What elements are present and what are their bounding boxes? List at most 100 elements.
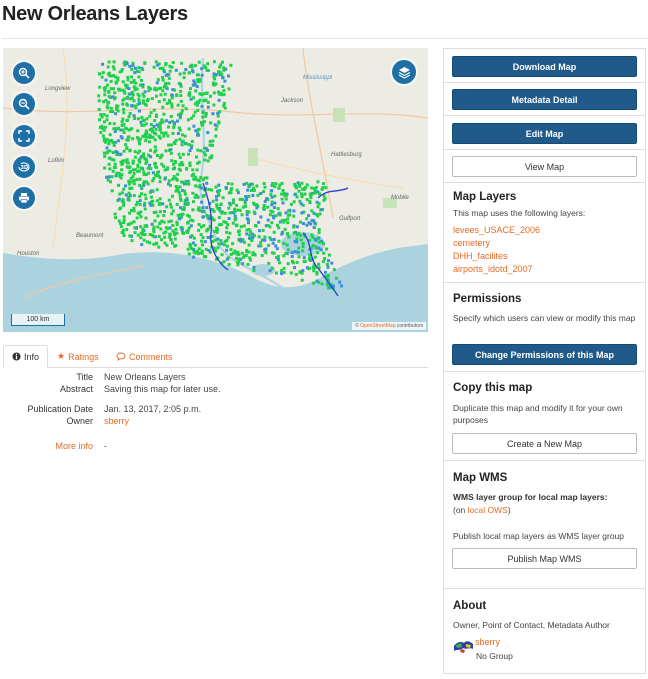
print-button[interactable] bbox=[13, 187, 35, 209]
map-point-green bbox=[192, 200, 195, 204]
map-point-green bbox=[157, 234, 161, 238]
more-info-link[interactable]: More info bbox=[55, 440, 93, 452]
map-point-blue bbox=[170, 93, 174, 97]
map-point-green bbox=[192, 114, 196, 118]
map-point-green bbox=[299, 234, 303, 237]
map-point-green bbox=[187, 215, 191, 218]
map-point-green bbox=[140, 79, 143, 82]
map-point-blue bbox=[117, 197, 121, 201]
map-point-green bbox=[112, 60, 116, 64]
metadata-detail-button[interactable]: Metadata Detail bbox=[452, 89, 637, 110]
map-point-green bbox=[138, 160, 142, 164]
wms-subtitle: WMS layer group for local map layers: bbox=[453, 492, 608, 502]
map-point-green bbox=[176, 172, 180, 176]
map-point-blue bbox=[119, 152, 123, 156]
map-point-green bbox=[214, 127, 218, 131]
print-icon bbox=[19, 193, 29, 204]
map-point-blue bbox=[252, 265, 256, 269]
map-viewer[interactable]: Mississippi Jackson Hattiesburg Mobile G… bbox=[3, 48, 428, 332]
map-point-green bbox=[132, 220, 136, 224]
tab-comments[interactable]: Comments bbox=[108, 345, 181, 368]
abstract-value: Saving this map for later use. bbox=[104, 384, 221, 394]
map-point-blue bbox=[293, 266, 296, 270]
map-point-green bbox=[132, 99, 136, 103]
map-point-green bbox=[167, 143, 171, 147]
map-point-blue bbox=[152, 125, 156, 128]
map-point-green bbox=[206, 227, 210, 231]
layer-link[interactable]: DHH_facilites bbox=[453, 251, 508, 261]
download-map-button[interactable]: Download Map bbox=[452, 56, 637, 77]
map-point-green bbox=[98, 85, 102, 89]
map-point-green bbox=[166, 134, 170, 138]
map-point-green bbox=[201, 236, 205, 240]
map-point-green bbox=[109, 106, 113, 110]
map-point-green bbox=[132, 171, 136, 175]
fullscreen-button[interactable] bbox=[13, 125, 35, 147]
edit-map-button[interactable]: Edit Map bbox=[452, 123, 637, 144]
map-point-blue bbox=[290, 251, 294, 254]
map-point-green bbox=[280, 192, 284, 196]
map-point-blue bbox=[202, 215, 205, 219]
owner-link[interactable]: sberry bbox=[104, 415, 129, 427]
map-point-blue bbox=[307, 214, 311, 217]
map-point-green bbox=[167, 76, 171, 80]
map-point-green bbox=[219, 202, 223, 206]
map-point-green bbox=[184, 107, 188, 111]
map-point-green bbox=[204, 114, 208, 118]
layer-link[interactable]: airports_idotd_2007 bbox=[453, 264, 533, 274]
map-point-green bbox=[320, 282, 324, 286]
map-point-green bbox=[193, 195, 197, 199]
map-point-green bbox=[122, 107, 126, 111]
tab-ratings[interactable]: ★ Ratings bbox=[49, 345, 107, 368]
create-new-map-button[interactable]: Create a New Map bbox=[452, 433, 637, 454]
map-point-green bbox=[204, 66, 207, 70]
map-point-blue bbox=[260, 238, 264, 242]
map-label-gulfport: Gulfport bbox=[339, 216, 361, 222]
map-point-green bbox=[197, 228, 201, 232]
zoom-in-button[interactable] bbox=[13, 62, 35, 84]
zoom-out-button[interactable] bbox=[13, 93, 35, 115]
layer-link[interactable]: cemetery bbox=[453, 238, 490, 248]
layer-link[interactable]: levees_USACE_2006 bbox=[453, 225, 540, 235]
map-point-blue bbox=[323, 270, 327, 274]
map-point-blue bbox=[275, 247, 279, 251]
map-point-green bbox=[139, 225, 143, 229]
map-point-blue bbox=[155, 123, 159, 127]
map-point-green bbox=[274, 182, 278, 186]
map-point-green bbox=[162, 164, 166, 168]
view-map-button[interactable]: View Map bbox=[452, 156, 637, 177]
map-point-blue bbox=[124, 193, 128, 197]
map-point-green bbox=[152, 211, 156, 214]
osm-link[interactable]: OpenStreetMap bbox=[360, 323, 395, 329]
3d-button[interactable]: 3D bbox=[13, 156, 35, 178]
map-point-green bbox=[127, 191, 131, 195]
layer-switcher-button[interactable] bbox=[392, 60, 416, 84]
map-point-blue bbox=[168, 120, 172, 124]
avatar[interactable] bbox=[453, 637, 475, 655]
about-user-link[interactable]: sberry bbox=[475, 637, 500, 647]
map-point-green bbox=[268, 225, 272, 229]
star-icon: ★ bbox=[57, 351, 66, 361]
map-point-green bbox=[132, 194, 136, 197]
publish-map-wms-button[interactable]: Publish Map WMS bbox=[452, 548, 637, 569]
map-point-green bbox=[107, 156, 111, 160]
map-point-green bbox=[154, 148, 158, 152]
map-point-green bbox=[112, 166, 116, 169]
change-permissions-button[interactable]: Change Permissions of this Map bbox=[452, 344, 637, 365]
map-point-blue bbox=[272, 237, 276, 241]
map-point-green bbox=[276, 207, 280, 211]
map-point-green bbox=[173, 237, 177, 241]
map-point-green bbox=[153, 119, 157, 123]
map-point-green bbox=[126, 161, 130, 165]
map-point-green bbox=[156, 225, 160, 229]
map-point-green bbox=[129, 80, 133, 84]
map-point-green bbox=[106, 65, 110, 69]
map-point-green bbox=[248, 256, 252, 260]
local-ows-link[interactable]: local OWS bbox=[468, 505, 508, 515]
map-point-green bbox=[108, 133, 112, 137]
map-point-green bbox=[274, 214, 278, 218]
map-point-green bbox=[323, 257, 327, 260]
map-point-green bbox=[218, 65, 222, 69]
tab-info[interactable]: Info bbox=[3, 345, 49, 368]
map-point-green bbox=[179, 168, 182, 172]
